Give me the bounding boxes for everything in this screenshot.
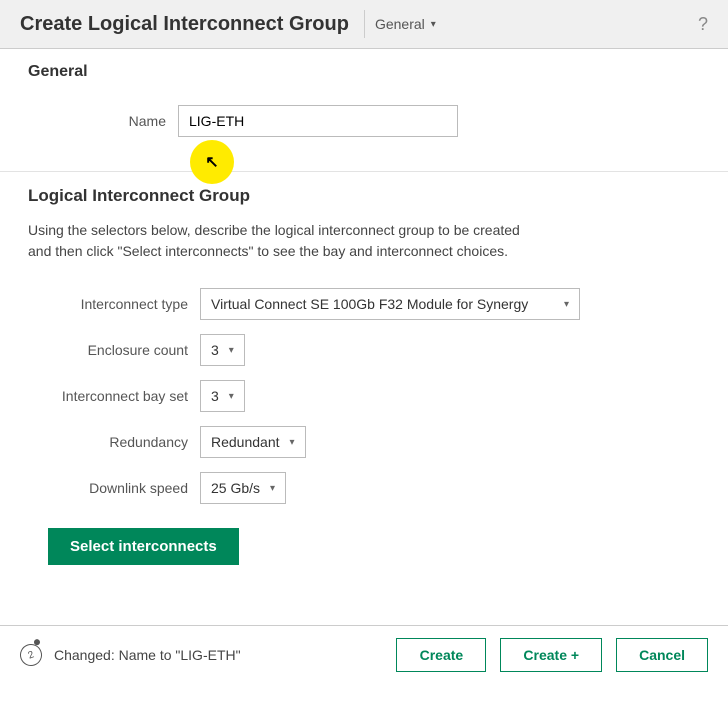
enclosure-count-select[interactable]: 3 ▾: [200, 334, 245, 366]
highlight-marker: ↖: [190, 140, 234, 184]
changes-badge-icon[interactable]: 2: [17, 641, 45, 669]
redundancy-label: Redundancy: [60, 434, 200, 450]
interconnect-bay-set-select[interactable]: 3 ▾: [200, 380, 245, 412]
footer-bar: 2 Changed: Name to "LIG-ETH" Create Crea…: [0, 625, 728, 684]
cursor-icon: ↖: [205, 152, 218, 172]
footer-buttons: Create Create + Cancel: [396, 638, 708, 672]
create-plus-button[interactable]: Create +: [500, 638, 602, 672]
chevron-down-icon: ▾: [229, 391, 234, 402]
section-lig-title-text: Logical Interconnect Group: [28, 186, 250, 205]
redundancy-select[interactable]: Redundant ▾: [200, 426, 306, 458]
name-label: Name: [28, 113, 178, 129]
chevron-down-icon: ▾: [564, 299, 569, 310]
redundancy-row: Redundancy Redundant ▾: [60, 426, 700, 458]
enclosure-count-value: 3: [211, 342, 219, 358]
select-interconnects-wrap: Select interconnects: [48, 518, 700, 565]
chevron-down-icon: ▾: [229, 345, 234, 356]
header-left: Create Logical Interconnect Group Genera…: [20, 10, 446, 38]
change-text: Changed: Name to "LIG-ETH": [54, 647, 241, 663]
page-title: Create Logical Interconnect Group: [20, 13, 349, 36]
interconnect-bay-set-value: 3: [211, 388, 219, 404]
header-bar: Create Logical Interconnect Group Genera…: [0, 0, 728, 49]
section-general-title: General: [0, 49, 728, 91]
interconnect-type-select[interactable]: Virtual Connect SE 100Gb F32 Module for …: [200, 288, 580, 320]
lig-form: Interconnect type Virtual Connect SE 100…: [0, 288, 728, 625]
chevron-down-icon: ▾: [431, 19, 436, 30]
downlink-speed-row: Downlink speed 25 Gb/s ▾: [60, 472, 700, 504]
enclosure-count-row: Enclosure count 3 ▾: [60, 334, 700, 366]
dropdown-label: General: [375, 16, 425, 32]
help-icon[interactable]: ?: [698, 14, 708, 35]
interconnect-type-value: Virtual Connect SE 100Gb F32 Module for …: [211, 296, 528, 312]
interconnect-bay-set-label: Interconnect bay set: [60, 388, 200, 404]
header-scope-dropdown[interactable]: General ▾: [364, 10, 446, 38]
downlink-speed-value: 25 Gb/s: [211, 480, 260, 496]
general-form: Name: [0, 105, 728, 172]
name-row: Name: [28, 105, 700, 137]
chevron-down-icon: ▾: [270, 483, 275, 494]
downlink-speed-label: Downlink speed: [60, 480, 200, 496]
create-button[interactable]: Create: [396, 638, 486, 672]
select-interconnects-button[interactable]: Select interconnects: [48, 528, 239, 565]
interconnect-type-label: Interconnect type: [60, 296, 200, 312]
name-input[interactable]: [178, 105, 458, 137]
downlink-speed-select[interactable]: 25 Gb/s ▾: [200, 472, 286, 504]
section-lig-description: Using the selectors below, describe the …: [0, 214, 550, 274]
chevron-down-icon: ▾: [290, 437, 295, 448]
enclosure-count-label: Enclosure count: [60, 342, 200, 358]
section-lig-title: ↖ Logical Interconnect Group: [0, 172, 728, 214]
interconnect-bay-set-row: Interconnect bay set 3 ▾: [60, 380, 700, 412]
cancel-button[interactable]: Cancel: [616, 638, 708, 672]
redundancy-value: Redundant: [211, 434, 280, 450]
changes-count: 2: [27, 649, 36, 661]
interconnect-type-row: Interconnect type Virtual Connect SE 100…: [60, 288, 700, 320]
footer-left: 2 Changed: Name to "LIG-ETH": [20, 644, 241, 666]
